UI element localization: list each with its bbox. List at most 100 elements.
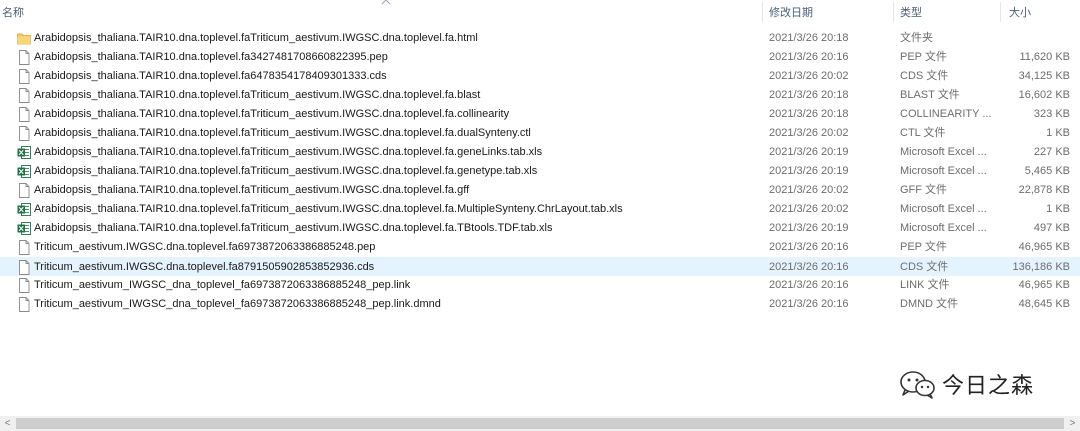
excel-icon: [17, 145, 31, 160]
file-size: 1 KB: [1046, 203, 1070, 215]
file-icon: [17, 50, 31, 65]
file-date: 2021/3/26 20:18: [769, 89, 849, 101]
column-divider[interactable]: [893, 2, 894, 22]
file-size: 46,965 KB: [1018, 279, 1070, 291]
file-type: GFF 文件: [900, 184, 948, 196]
file-row[interactable]: Arabidopsis_thaliana.TAIR10.dna.toplevel…: [0, 67, 1080, 86]
file-date: 2021/3/26 20:02: [769, 127, 849, 139]
file-row[interactable]: Arabidopsis_thaliana.TAIR10.dna.toplevel…: [0, 124, 1080, 143]
file-type: CDS 文件: [900, 261, 949, 273]
file-row[interactable]: Arabidopsis_thaliana.TAIR10.dna.toplevel…: [0, 162, 1080, 181]
file-size: 227 KB: [1033, 146, 1070, 158]
file-date: 2021/3/26 20:16: [769, 241, 849, 253]
file-size: 136,186 KB: [1012, 261, 1071, 273]
file-row[interactable]: Triticum_aestivum_IWGSC_dna_toplevel_fa6…: [0, 276, 1080, 295]
file-row[interactable]: Arabidopsis_thaliana.TAIR10.dna.toplevel…: [0, 219, 1080, 238]
file-date: 2021/3/26 20:18: [769, 32, 849, 44]
file-name: Arabidopsis_thaliana.TAIR10.dna.toplevel…: [34, 222, 553, 234]
file-row[interactable]: Arabidopsis_thaliana.TAIR10.dna.toplevel…: [0, 86, 1080, 105]
scroll-left-button[interactable]: <: [0, 416, 15, 431]
file-row[interactable]: Triticum_aestivum_IWGSC_dna_toplevel_fa6…: [0, 295, 1080, 314]
watermark: 今日之森: [898, 367, 1034, 401]
file-date: 2021/3/26 20:02: [769, 203, 849, 215]
file-size: 34,125 KB: [1018, 70, 1070, 82]
file-name: Arabidopsis_thaliana.TAIR10.dna.toplevel…: [34, 184, 470, 196]
file-type: 文件夹: [900, 32, 933, 44]
file-icon: [17, 278, 31, 293]
file-type: CDS 文件: [900, 70, 949, 82]
file-date: 2021/3/26 20:16: [769, 261, 849, 273]
file-row[interactable]: Arabidopsis_thaliana.TAIR10.dna.toplevel…: [0, 200, 1080, 219]
file-date: 2021/3/26 20:16: [769, 279, 849, 291]
column-divider[interactable]: [1000, 2, 1001, 22]
file-size: 1 KB: [1046, 127, 1070, 139]
file-row[interactable]: Arabidopsis_thaliana.TAIR10.dna.toplevel…: [0, 105, 1080, 124]
column-header-type[interactable]: 类型: [898, 6, 998, 20]
file-name: Triticum_aestivum_IWGSC_dna_toplevel_fa6…: [34, 279, 411, 291]
file-name: Triticum_aestivum.IWGSC.dna.toplevel.fa6…: [34, 241, 376, 253]
file-name: Arabidopsis_thaliana.TAIR10.dna.toplevel…: [34, 165, 538, 177]
column-header-date[interactable]: 修改日期: [767, 6, 892, 20]
file-type: Microsoft Excel ...: [900, 146, 987, 158]
file-name: Triticum_aestivum.IWGSC.dna.toplevel.fa8…: [34, 261, 375, 273]
file-name: Arabidopsis_thaliana.TAIR10.dna.toplevel…: [34, 146, 543, 158]
file-icon: [17, 183, 31, 198]
file-date: 2021/3/26 20:19: [769, 146, 849, 158]
file-size: 48,645 KB: [1018, 298, 1070, 310]
file-name: Arabidopsis_thaliana.TAIR10.dna.toplevel…: [34, 127, 531, 139]
scrollbar-thumb[interactable]: [16, 418, 1064, 429]
file-row[interactable]: Triticum_aestivum.IWGSC.dna.toplevel.fa6…: [0, 238, 1080, 257]
excel-icon: [17, 221, 31, 236]
folder-icon: [17, 31, 31, 46]
file-size: 11,620 KB: [1019, 51, 1070, 63]
file-type: Microsoft Excel ...: [900, 222, 987, 234]
file-name: Arabidopsis_thaliana.TAIR10.dna.toplevel…: [34, 203, 623, 215]
file-icon: [17, 240, 31, 255]
file-icon: [17, 88, 31, 103]
column-header-name[interactable]: 名称: [0, 6, 760, 20]
file-date: 2021/3/26 20:16: [769, 51, 849, 63]
file-row[interactable]: Arabidopsis_thaliana.TAIR10.dna.toplevel…: [0, 143, 1080, 162]
horizontal-scrollbar[interactable]: < >: [0, 416, 1080, 431]
file-icon: [17, 69, 31, 84]
file-size: 22,878 KB: [1018, 184, 1070, 196]
file-date: 2021/3/26 20:16: [769, 298, 849, 310]
file-type: COLLINEARITY ...: [900, 108, 992, 120]
file-date: 2021/3/26 20:02: [769, 184, 849, 196]
file-size: 16,602 KB: [1018, 89, 1070, 101]
file-date: 2021/3/26 20:02: [769, 70, 849, 82]
file-icon: [17, 126, 31, 141]
file-row[interactable]: Arabidopsis_thaliana.TAIR10.dna.toplevel…: [0, 181, 1080, 200]
file-row[interactable]: Arabidopsis_thaliana.TAIR10.dna.toplevel…: [0, 48, 1080, 67]
file-name: Triticum_aestivum_IWGSC_dna_toplevel_fa6…: [34, 298, 441, 310]
file-size: 5,465 KB: [1024, 165, 1070, 177]
column-divider[interactable]: [762, 2, 763, 22]
file-size: 46,965 KB: [1018, 241, 1070, 253]
file-name: Arabidopsis_thaliana.TAIR10.dna.toplevel…: [34, 108, 510, 120]
file-date: 2021/3/26 20:18: [769, 108, 849, 120]
file-type: BLAST 文件: [900, 89, 960, 101]
file-type: PEP 文件: [900, 241, 947, 253]
file-row[interactable]: Triticum_aestivum.IWGSC.dna.toplevel.fa8…: [0, 257, 1080, 276]
file-type: CTL 文件: [900, 127, 946, 139]
file-size: [990, 31, 1070, 46]
file-type: DMND 文件: [900, 298, 959, 310]
excel-icon: [17, 164, 31, 179]
column-header-bar: 名称 修改日期 类型 大小: [0, 0, 1080, 24]
file-size: 323 KB: [1033, 108, 1070, 120]
file-type: Microsoft Excel ...: [900, 165, 987, 177]
file-name: Arabidopsis_thaliana.TAIR10.dna.toplevel…: [34, 32, 478, 44]
watermark-text: 今日之森: [942, 374, 1035, 399]
excel-icon: [17, 202, 31, 217]
file-name: Arabidopsis_thaliana.TAIR10.dna.toplevel…: [34, 89, 481, 101]
file-row[interactable]: Arabidopsis_thaliana.TAIR10.dna.toplevel…: [0, 29, 1080, 48]
file-date: 2021/3/26 20:19: [769, 165, 849, 177]
file-icon: [17, 297, 31, 312]
file-type: PEP 文件: [900, 51, 947, 63]
file-name: Arabidopsis_thaliana.TAIR10.dna.toplevel…: [34, 51, 388, 63]
file-name: Arabidopsis_thaliana.TAIR10.dna.toplevel…: [34, 70, 387, 82]
file-type: Microsoft Excel ...: [900, 203, 987, 215]
scroll-right-button[interactable]: >: [1065, 416, 1080, 431]
file-type: LINK 文件: [900, 279, 950, 291]
column-header-size[interactable]: 大小: [1007, 6, 1077, 20]
